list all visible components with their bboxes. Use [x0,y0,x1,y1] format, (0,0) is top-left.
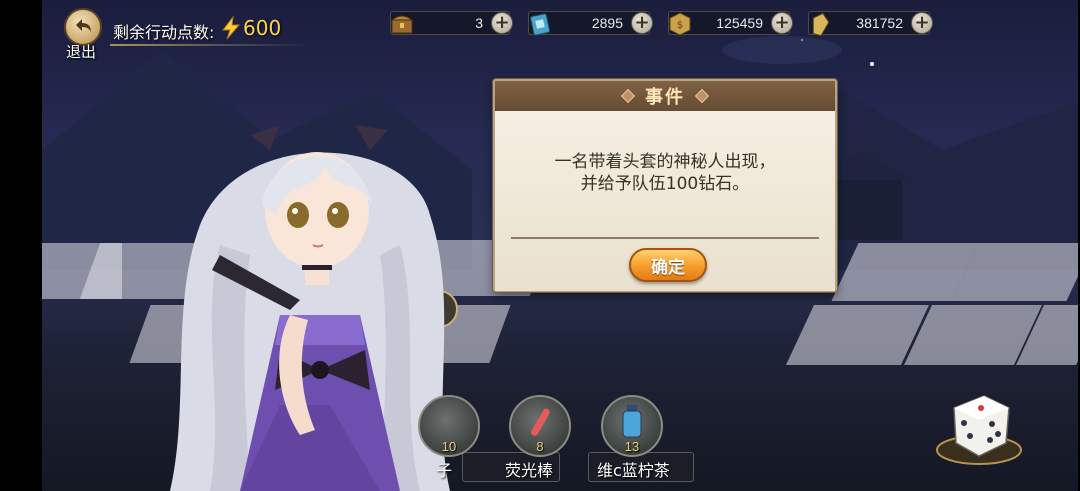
lightning-icon [221,16,241,40]
add-crystal-button[interactable]: + [911,12,933,34]
resource-value: 381752 [856,15,903,31]
item-count: 13 [624,439,640,454]
lemon-tea-bottle-icon [622,405,642,438]
resource-coin: $ 125459 + [668,11,793,36]
add-coin-button[interactable]: + [771,12,793,34]
resource-crystal: 381752 + [808,11,933,37]
item-slot[interactable]: 13 [601,395,663,457]
svg-text:$: $ [677,20,683,31]
action-points-underline [110,44,310,46]
dialog-title: 事件 [645,87,685,108]
resource-chest: 3 + [390,11,513,35]
dialog-divider [511,237,819,239]
item-slot[interactable]: 10 [418,395,480,457]
resource-value: 3 [475,15,483,31]
item-name: 荧光棒 [505,461,554,480]
dialog-header: 事件 [495,81,835,111]
resource-value: 125459 [716,15,763,31]
ticket-icon [530,13,551,36]
item-name: 子 [436,461,453,480]
dialog-body: 一名带着头套的神秘人出现， 并给予队伍100钻石。 确定 [495,111,835,291]
item-slot[interactable]: 8 [509,395,571,457]
coin-icon: $ [669,12,691,36]
game-scene: ? [0,0,1080,491]
resource-value: 2895 [591,15,623,31]
add-chest-button[interactable]: + [491,12,513,34]
dice-button[interactable] [934,388,1024,468]
glow-stick-icon [530,408,550,436]
diamond-ornament-icon [620,88,636,104]
action-points-label: 剩余行动点数: [113,23,215,42]
back-arrow-icon [76,19,91,32]
item-count: 8 [536,439,544,454]
add-ticket-button[interactable]: + [631,12,653,34]
diamond-ornament-icon [694,88,710,104]
dialog-message: 一名带着头套的神秘人出现， 并给予队伍100钻石。 [554,152,776,194]
item-count: 10 [441,439,457,454]
chest-icon [390,15,414,34]
screen-bezel-left [0,0,42,491]
action-points-value: 600 [243,16,282,40]
resource-ticket: 2895 + [528,11,653,36]
item-name: 维c蓝柠茶 [597,461,670,480]
event-dialog: 事件 一名带着头套的神秘人出现， 并给予队伍100钻石。 确定 [493,79,837,292]
confirm-button[interactable]: 确定 [629,248,707,282]
back-label[interactable]: 退出 [66,41,96,62]
crystal-icon [812,12,830,37]
